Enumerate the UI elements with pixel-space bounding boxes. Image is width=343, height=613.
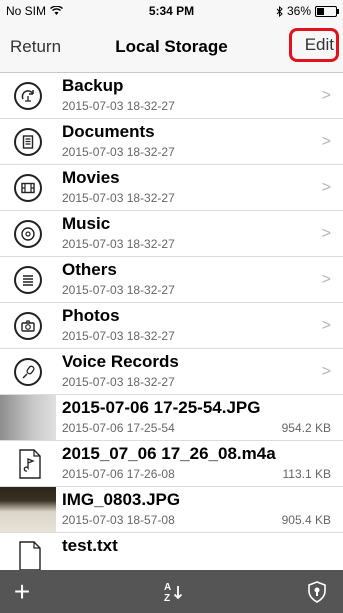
file-name: 2015-07-06 17-25-54.JPG xyxy=(62,398,261,417)
folder-name: Voice Records xyxy=(62,352,179,371)
file-date: 2015-07-06 17-25-54 xyxy=(62,421,175,435)
battery-percent: 36% xyxy=(286,4,311,18)
file-row[interactable]: test.txt xyxy=(0,533,343,570)
folder-row-photos[interactable]: Photos 2015-07-03 18-32-27 > xyxy=(0,303,343,349)
svg-text:A: A xyxy=(164,582,171,593)
folder-name: Documents xyxy=(62,122,155,141)
svg-text:Z: Z xyxy=(164,593,170,604)
chevron-right-icon: > xyxy=(321,179,331,196)
folder-row-others[interactable]: Others 2015-07-03 18-32-27 > xyxy=(0,257,343,303)
file-size: 905.4 KB xyxy=(281,513,331,527)
file-row[interactable]: 2015-07-06 17-25-54.JPG 2015-07-06 17-25… xyxy=(0,395,343,441)
shield-icon xyxy=(308,580,326,603)
file-date: 2015-07-03 18-57-08 xyxy=(62,513,175,527)
sort-button[interactable]: AZ xyxy=(158,570,188,613)
microphone-icon xyxy=(14,358,42,386)
others-icon xyxy=(14,266,42,294)
file-list: Backup 2015-07-03 18-32-27 > Documents 2… xyxy=(0,73,343,570)
folder-name: Movies xyxy=(62,168,120,187)
chevron-right-icon: > xyxy=(321,225,331,242)
file-size: 954.2 KB xyxy=(281,421,331,435)
bottom-toolbar: + AZ xyxy=(0,570,343,613)
folder-row-backup[interactable]: Backup 2015-07-03 18-32-27 > xyxy=(0,73,343,119)
documents-icon xyxy=(14,128,42,156)
folder-date: 2015-07-03 18-32-27 xyxy=(62,329,175,343)
add-button[interactable]: + xyxy=(4,570,40,613)
folder-row-voice-records[interactable]: Voice Records 2015-07-03 18-32-27 > xyxy=(0,349,343,395)
status-right: 36% xyxy=(276,4,339,18)
file-name: IMG_0803.JPG xyxy=(62,490,181,509)
shield-button[interactable] xyxy=(303,570,331,613)
folder-name: Others xyxy=(62,260,117,279)
audio-file-icon xyxy=(19,449,41,479)
file-size: 113.1 KB xyxy=(282,467,331,481)
image-thumbnail xyxy=(0,395,56,440)
chevron-right-icon: > xyxy=(321,317,331,334)
battery-icon xyxy=(315,5,339,17)
film-icon xyxy=(14,174,42,202)
file-date: 2015-07-06 17-26-08 xyxy=(62,467,175,481)
chevron-right-icon: > xyxy=(321,363,331,380)
bluetooth-icon xyxy=(276,5,283,17)
plus-icon: + xyxy=(13,575,31,607)
file-name: test.txt xyxy=(62,536,118,555)
music-icon xyxy=(14,220,42,248)
nav-bar: Return Local Storage Edit xyxy=(0,22,343,73)
folder-row-documents[interactable]: Documents 2015-07-03 18-32-27 > xyxy=(0,119,343,165)
folder-name: Photos xyxy=(62,306,120,325)
chevron-right-icon: > xyxy=(321,133,331,150)
edit-button[interactable]: Edit xyxy=(289,28,339,62)
folder-name: Backup xyxy=(62,76,124,95)
sort-az-icon: AZ xyxy=(164,582,183,604)
image-thumbnail xyxy=(0,487,56,532)
backup-icon xyxy=(14,82,42,110)
folder-row-movies[interactable]: Movies 2015-07-03 18-32-27 > xyxy=(0,165,343,211)
camera-icon xyxy=(14,312,42,340)
chevron-right-icon: > xyxy=(321,87,331,104)
file-row[interactable]: 2015_07_06 17_26_08.m4a 2015-07-06 17-26… xyxy=(0,441,343,487)
folder-date: 2015-07-03 18-32-27 xyxy=(62,99,175,113)
folder-date: 2015-07-03 18-32-27 xyxy=(62,237,175,251)
folder-date: 2015-07-03 18-32-27 xyxy=(62,145,175,159)
folder-date: 2015-07-03 18-32-27 xyxy=(62,375,175,389)
chevron-right-icon: > xyxy=(321,271,331,288)
folder-date: 2015-07-03 18-32-27 xyxy=(62,283,175,297)
file-row[interactable]: IMG_0803.JPG 2015-07-03 18-57-08 905.4 K… xyxy=(0,487,343,533)
folder-row-music[interactable]: Music 2015-07-03 18-32-27 > xyxy=(0,211,343,257)
folder-name: Music xyxy=(62,214,111,233)
file-name: 2015_07_06 17_26_08.m4a xyxy=(62,444,276,463)
text-file-icon xyxy=(19,541,41,570)
status-bar: No SIM 5:34 PM 36% xyxy=(0,0,343,22)
folder-date: 2015-07-03 18-32-27 xyxy=(62,191,175,205)
